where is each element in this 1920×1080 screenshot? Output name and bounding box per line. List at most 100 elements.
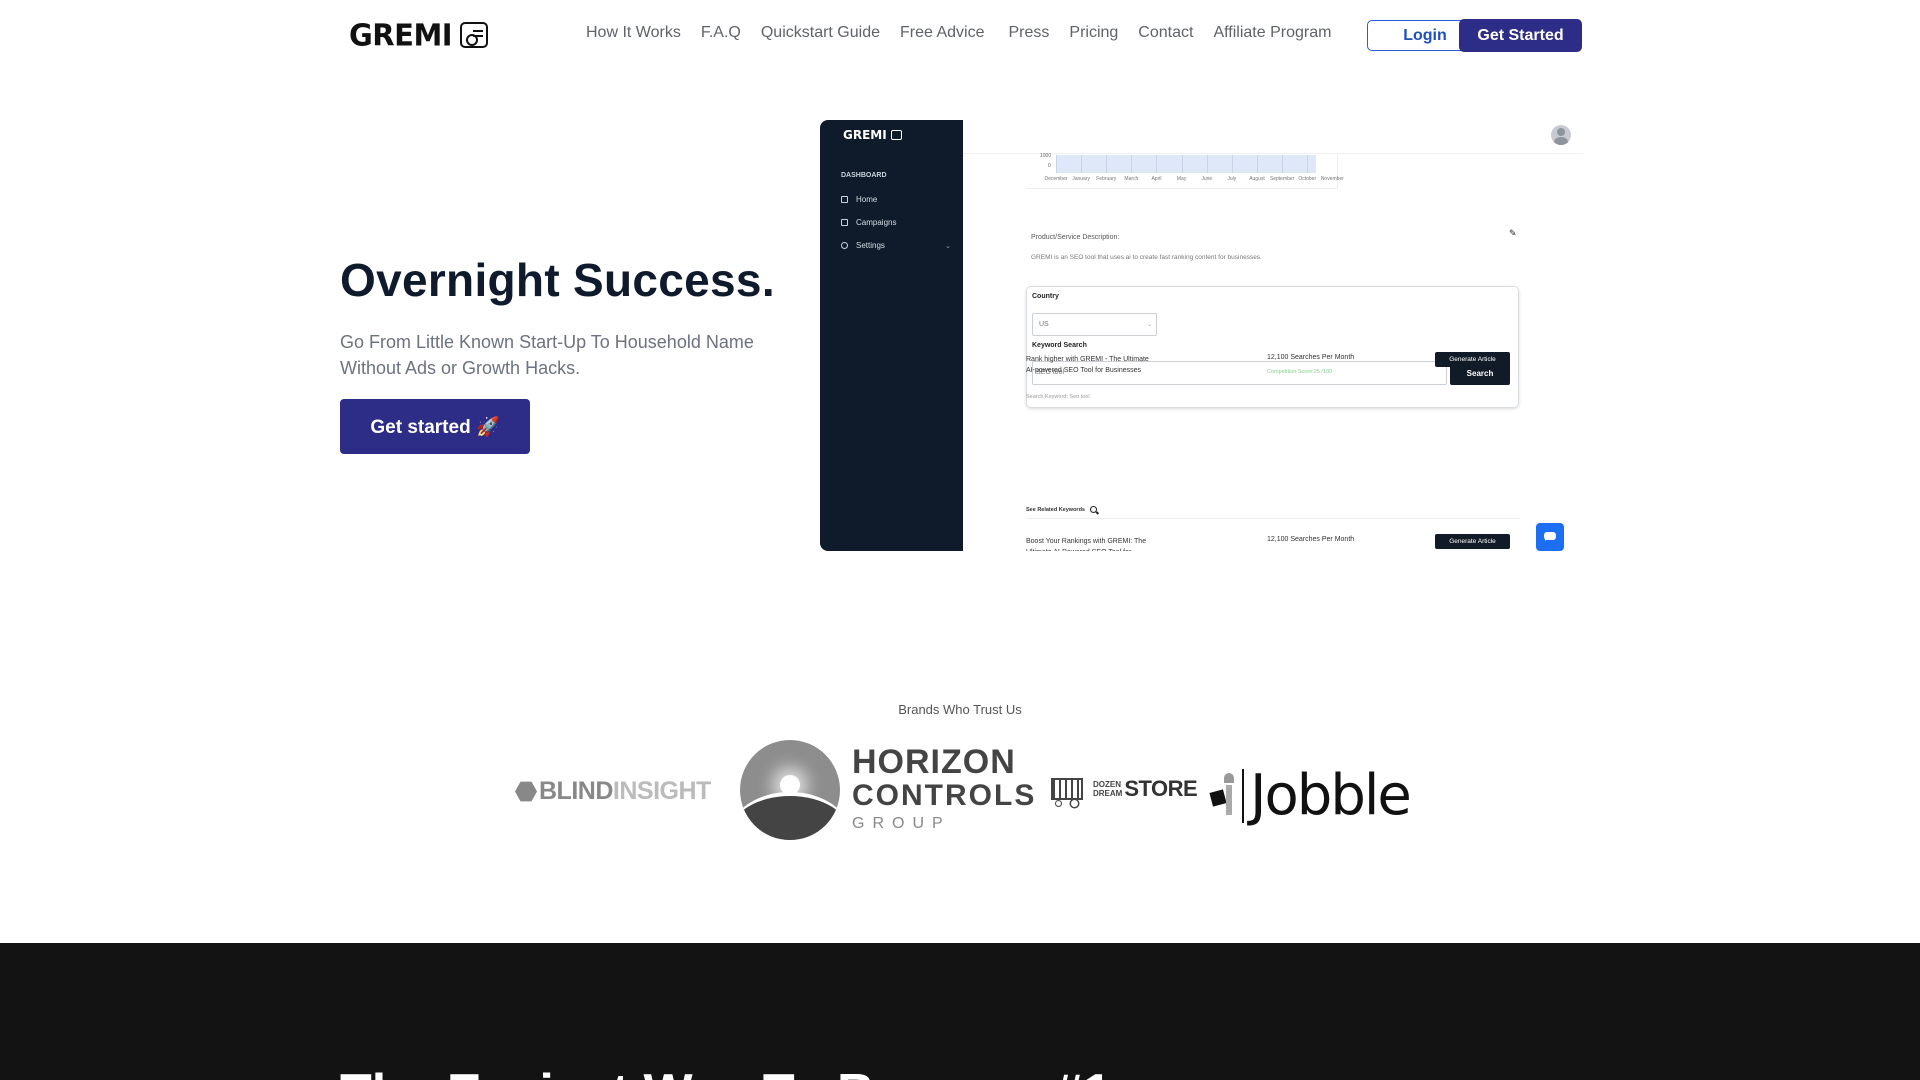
brand-text: DOZEN	[1093, 780, 1121, 789]
chart-x-tick: March	[1124, 176, 1139, 182]
chart-x-tick: November	[1320, 176, 1344, 182]
chart-x-tick: February	[1096, 176, 1117, 182]
related-label: See Related Keywords	[1026, 506, 1085, 513]
chart-x-tick: June	[1201, 176, 1213, 182]
country-select[interactable]: US ⌄	[1032, 313, 1157, 336]
chart-x-tick: July	[1227, 176, 1237, 182]
running-person-icon	[1208, 769, 1242, 823]
get-started-button[interactable]: Get Started	[1459, 19, 1582, 52]
book-icon	[841, 219, 848, 226]
brand-blind-insight: BLIND INSIGHT	[515, 777, 711, 806]
hero-get-started-button[interactable]: Get started 🚀	[340, 399, 530, 454]
country-value: US	[1039, 321, 1049, 328]
nav-free-advice[interactable]: Free Advice	[900, 24, 984, 42]
chart-area	[1056, 155, 1316, 173]
logo-text: GREMI	[349, 17, 453, 53]
chart-x-tick: October	[1298, 176, 1317, 182]
hero-subtitle: Go From Little Known Start-Up To Househo…	[340, 332, 754, 378]
brand-text: DREAM	[1093, 789, 1123, 798]
chart-x-tick: January	[1072, 176, 1091, 182]
brand-horizon-controls: HORIZON CONTROLS GROUP	[740, 740, 1036, 840]
sidebar-item-settings[interactable]: Settings ⌄	[841, 241, 951, 250]
chart-x-tick: December	[1044, 176, 1068, 182]
result-volume: 12,100 Searches Per Month	[1267, 536, 1355, 543]
result-divider	[1026, 518, 1520, 519]
nav-faq[interactable]: F.A.Q	[701, 24, 741, 42]
film-clapper-icon	[460, 22, 489, 48]
nav-press[interactable]: Press	[1008, 24, 1049, 42]
brand-jobble: Jobble	[1208, 763, 1412, 828]
chevron-down-icon: ⌄	[1146, 322, 1152, 328]
nav-quickstart-guide[interactable]: Quickstart Guide	[761, 24, 880, 42]
chart-gridline	[1256, 155, 1258, 173]
nav-contact[interactable]: Contact	[1138, 24, 1193, 42]
pencil-icon[interactable]: ✎	[1509, 228, 1517, 239]
brand-text: CONTROLS	[852, 779, 1037, 812]
chart-x-tick: August	[1249, 176, 1265, 182]
result-title: Rank higher with GREMI - The Ultimate AI…	[1026, 356, 1149, 374]
searches-chart: 1000 0 December January February March April…	[1026, 153, 1344, 189]
keyword-search-form: Country US ⌄ Keyword Search SEO tool Sea…	[1026, 286, 1519, 408]
film-clapper-icon	[890, 130, 902, 140]
result-volume: 12,100 Searches Per Month	[1267, 354, 1355, 361]
chevron-down-icon: ⌄	[945, 242, 951, 250]
hexagon-icon	[515, 781, 537, 802]
country-label: Country	[1032, 293, 1059, 300]
chart-gridline	[1156, 155, 1158, 173]
nav-affiliate-program[interactable]: Affiliate Program	[1213, 24, 1331, 42]
home-icon	[841, 196, 848, 203]
description-label: Product/Service Description:	[1031, 234, 1120, 241]
sidebar-section-label: DASHBOARD	[841, 172, 887, 179]
search-icon	[1090, 506, 1097, 513]
chart-gridline	[1056, 155, 1057, 173]
brand-dozen-dream-store: DOZEN DREAM STORE	[1047, 770, 1198, 808]
dashboard-logo: GREMI	[843, 128, 902, 142]
brand-text: BLIND	[539, 777, 613, 805]
chart-gridline	[1081, 155, 1083, 173]
sidebar-item-campaigns[interactable]: Campaigns	[841, 218, 951, 227]
sidebar-item-label: Home	[856, 195, 878, 204]
chart-y-tick: 0	[1048, 163, 1051, 169]
hero-title: Overnight Success.	[340, 254, 775, 306]
chat-icon[interactable]	[1536, 523, 1564, 551]
dashboard-preview: GREMI DASHBOARD Home Campaigns Settings …	[820, 120, 1583, 551]
generate-article-button[interactable]: Generate Article	[1435, 534, 1510, 549]
brand-text: INSIGHT	[612, 777, 711, 805]
dashboard-logo-text: GREMI	[843, 128, 887, 142]
sidebar-item-label: Settings	[856, 241, 885, 250]
description-text: GREMI is an SEO tool that uses ai to cre…	[1031, 254, 1262, 261]
chart-x-tick: May	[1176, 176, 1187, 182]
brands-title: Brands Who Trust Us	[898, 702, 1022, 717]
chart-gridline	[1131, 155, 1133, 173]
avatar[interactable]	[1551, 125, 1571, 145]
sidebar-item-home[interactable]: Home	[841, 195, 951, 204]
result-keyword: Search Keyword: Seo tool	[1026, 394, 1090, 400]
chart-gridline	[1206, 155, 1208, 173]
result-competition: Competition Score:25 /100	[1267, 369, 1333, 375]
features-section: The Easiest Way To Become #1	[0, 943, 1920, 1080]
divider	[1242, 768, 1244, 823]
brand-text: Jobble	[1250, 763, 1412, 828]
dashboard-sidebar: GREMI DASHBOARD Home Campaigns Settings …	[820, 120, 963, 551]
chart-y-tick: 1000	[1040, 153, 1052, 159]
nav-pricing[interactable]: Pricing	[1069, 24, 1118, 42]
gear-icon	[841, 242, 848, 249]
chart-gridline	[1181, 155, 1183, 173]
chart-gridline	[1307, 155, 1309, 173]
site-header: GREMI How It Works F.A.Q Quickstart Guid…	[0, 0, 1920, 70]
sidebar-item-label: Campaigns	[856, 218, 897, 227]
chart-x-tick: September	[1269, 176, 1295, 182]
chart-gridline	[1231, 155, 1233, 173]
shopping-cart-icon	[1047, 770, 1087, 808]
section-title: The Easiest Way To Become #1	[340, 1063, 1112, 1080]
chart-gridline	[1106, 155, 1108, 173]
chart-x-tick: April	[1151, 176, 1162, 182]
see-related-keywords[interactable]: See Related Keywords	[1026, 506, 1097, 513]
nav-how-it-works[interactable]: How It Works	[586, 24, 681, 42]
generate-article-button[interactable]: Generate Article	[1435, 352, 1510, 367]
brand-text: GROUP	[852, 815, 951, 832]
main-nav: How It Works F.A.Q Quickstart Guide Free…	[586, 24, 1351, 42]
brand-text: STORE	[1124, 776, 1198, 801]
brand-text: HORIZON	[852, 743, 1016, 781]
logo[interactable]: GREMI	[349, 17, 489, 53]
